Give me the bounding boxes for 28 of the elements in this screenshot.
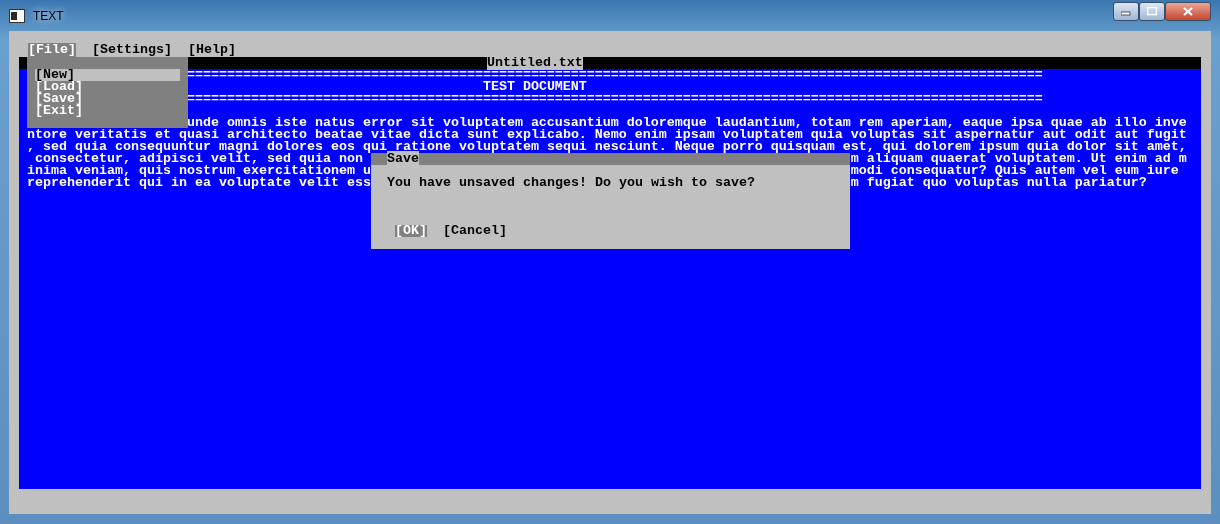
close-button[interactable] [1165, 2, 1211, 21]
menu-item[interactable]: [File] [28, 43, 76, 57]
close-icon [1183, 7, 1193, 16]
text-line: modi consequatur? Quis autem vel eum iure [850, 165, 1179, 177]
dialog-button[interactable]: [Cancel] [443, 225, 507, 237]
dialog-button[interactable]: [OK] [395, 225, 427, 237]
rule-line: =========================================================================================================== [186, 69, 1043, 81]
menu-option[interactable]: [Save] [35, 93, 180, 105]
document-heading: TEST DOCUMENT [482, 79, 587, 94]
maximize-button[interactable] [1139, 2, 1165, 21]
text-line: m aliquam quaerat voluptatem. Ut enim ad m [850, 153, 1187, 165]
menu-item[interactable]: [Help] [187, 43, 236, 57]
menu-option[interactable]: [Exit] [35, 105, 180, 117]
document-title: Untitled.txt [486, 55, 583, 70]
dialog-message: You have unsaved changes! Do you wish to save? [387, 175, 755, 190]
app-icon [9, 8, 25, 23]
rule-line: =========================================================================================================== [186, 93, 1043, 105]
minimize-button[interactable] [1113, 2, 1139, 21]
menu-item[interactable]: [Settings] [92, 43, 172, 57]
text-line: m fugiat quo voluptas nulla pariatur? [850, 177, 1147, 189]
window-title: TEXT [33, 7, 64, 25]
maximize-icon [1147, 7, 1157, 16]
text-line: ntore veritatis et quasi architecto beatae vitae dicta sunt explicabo. Nemo enim ipsam voluptatem quia voluptas sit aspernatur aut odit aut fugit [27, 129, 1187, 141]
dialog-title: Save [387, 151, 419, 166]
text-line: , sed quia consequuntur magni dolores eos qui ratione voluptatem sequi nesciunt. Neque porro quisquam est, qui dolorem ipsum quia dolor sit amet, [27, 141, 1187, 153]
text-line: unde omnis iste natus error sit voluptatem accusantium doloremque laudantium, totam rem aperiam, eaque ipsa quae ab illo inve [186, 117, 1187, 129]
menu-option[interactable]: [Load] [35, 81, 180, 93]
menu-option[interactable]: [New] [35, 69, 180, 81]
